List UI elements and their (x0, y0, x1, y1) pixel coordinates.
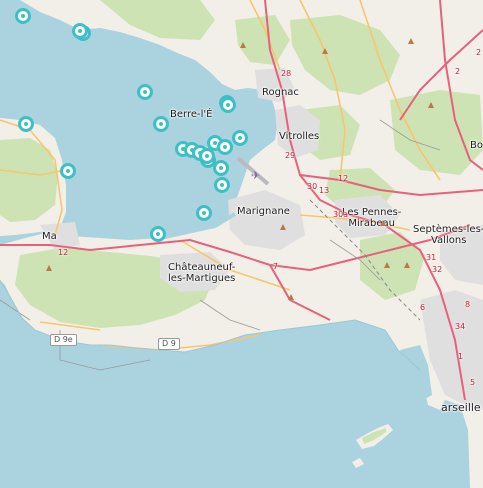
peak-icon (408, 38, 414, 44)
peak-icon (46, 265, 52, 271)
road-number: 29 (285, 151, 296, 160)
road-number: 2 (455, 67, 461, 76)
map-marker[interactable] (150, 226, 166, 242)
place-label-martigues: Ma (42, 231, 57, 242)
map-marker[interactable] (153, 116, 169, 132)
airport-icon: ✈ (251, 169, 261, 182)
place-label-chateauneuf-les-martigues: Châteauneuf- les-Martigues (168, 262, 236, 284)
road-number: 1 (458, 352, 464, 361)
peak-icon (240, 42, 246, 48)
road-number: 30 (307, 182, 318, 191)
map-view[interactable]: Rognac Berre-l'É Vitrolles Marignane Les… (0, 0, 483, 488)
peak-icon (322, 48, 328, 54)
place-label-les-pennes-mirabeau: Les Pennes- Mirabeau (342, 207, 402, 229)
peak-icon (404, 262, 410, 268)
map-marker[interactable] (220, 97, 236, 113)
map-marker[interactable] (217, 139, 233, 155)
road-number: 12 (338, 174, 349, 183)
road-number: 2 (476, 48, 482, 57)
road-number: 7 (273, 262, 279, 271)
road-number: 8 (465, 300, 471, 309)
map-marker[interactable] (15, 8, 31, 24)
map-marker[interactable] (213, 160, 229, 176)
place-label-septemes-les-vallons: Septèmes-les- Vallons (413, 224, 483, 246)
place-label-bo: Bo (470, 140, 483, 151)
peak-icon (428, 102, 434, 108)
map-marker[interactable] (199, 148, 215, 164)
place-label-berre: Berre-l'É (170, 109, 213, 120)
road-number: 28 (281, 69, 292, 78)
road-number: 34 (455, 322, 466, 331)
place-label-vitrolles: Vitrolles (279, 131, 320, 142)
map-marker[interactable] (72, 23, 88, 39)
road-shield-d9e: D 9e (50, 334, 77, 346)
road-number: 5 (470, 378, 476, 387)
map-marker[interactable] (60, 163, 76, 179)
place-label-marignane: Marignane (237, 206, 290, 217)
road-shield-d9: D 9 (158, 338, 180, 350)
map-marker[interactable] (196, 205, 212, 221)
map-base-layer (0, 0, 483, 488)
peak-icon (288, 294, 294, 300)
road-number: 13 (319, 186, 330, 195)
map-marker[interactable] (137, 84, 153, 100)
road-number: 31 (426, 253, 437, 262)
map-marker[interactable] (18, 116, 34, 132)
place-label-marseille: arseille (441, 401, 481, 414)
peak-icon (280, 224, 286, 230)
road-number: 30a (333, 210, 349, 219)
road-number: 12 (58, 248, 69, 257)
place-label-rognac: Rognac (262, 87, 299, 98)
map-marker[interactable] (214, 177, 230, 193)
peak-icon (380, 220, 386, 226)
road-number: 32 (432, 265, 443, 274)
map-marker[interactable] (232, 130, 248, 146)
peak-icon (384, 262, 390, 268)
road-number: 6 (420, 303, 426, 312)
